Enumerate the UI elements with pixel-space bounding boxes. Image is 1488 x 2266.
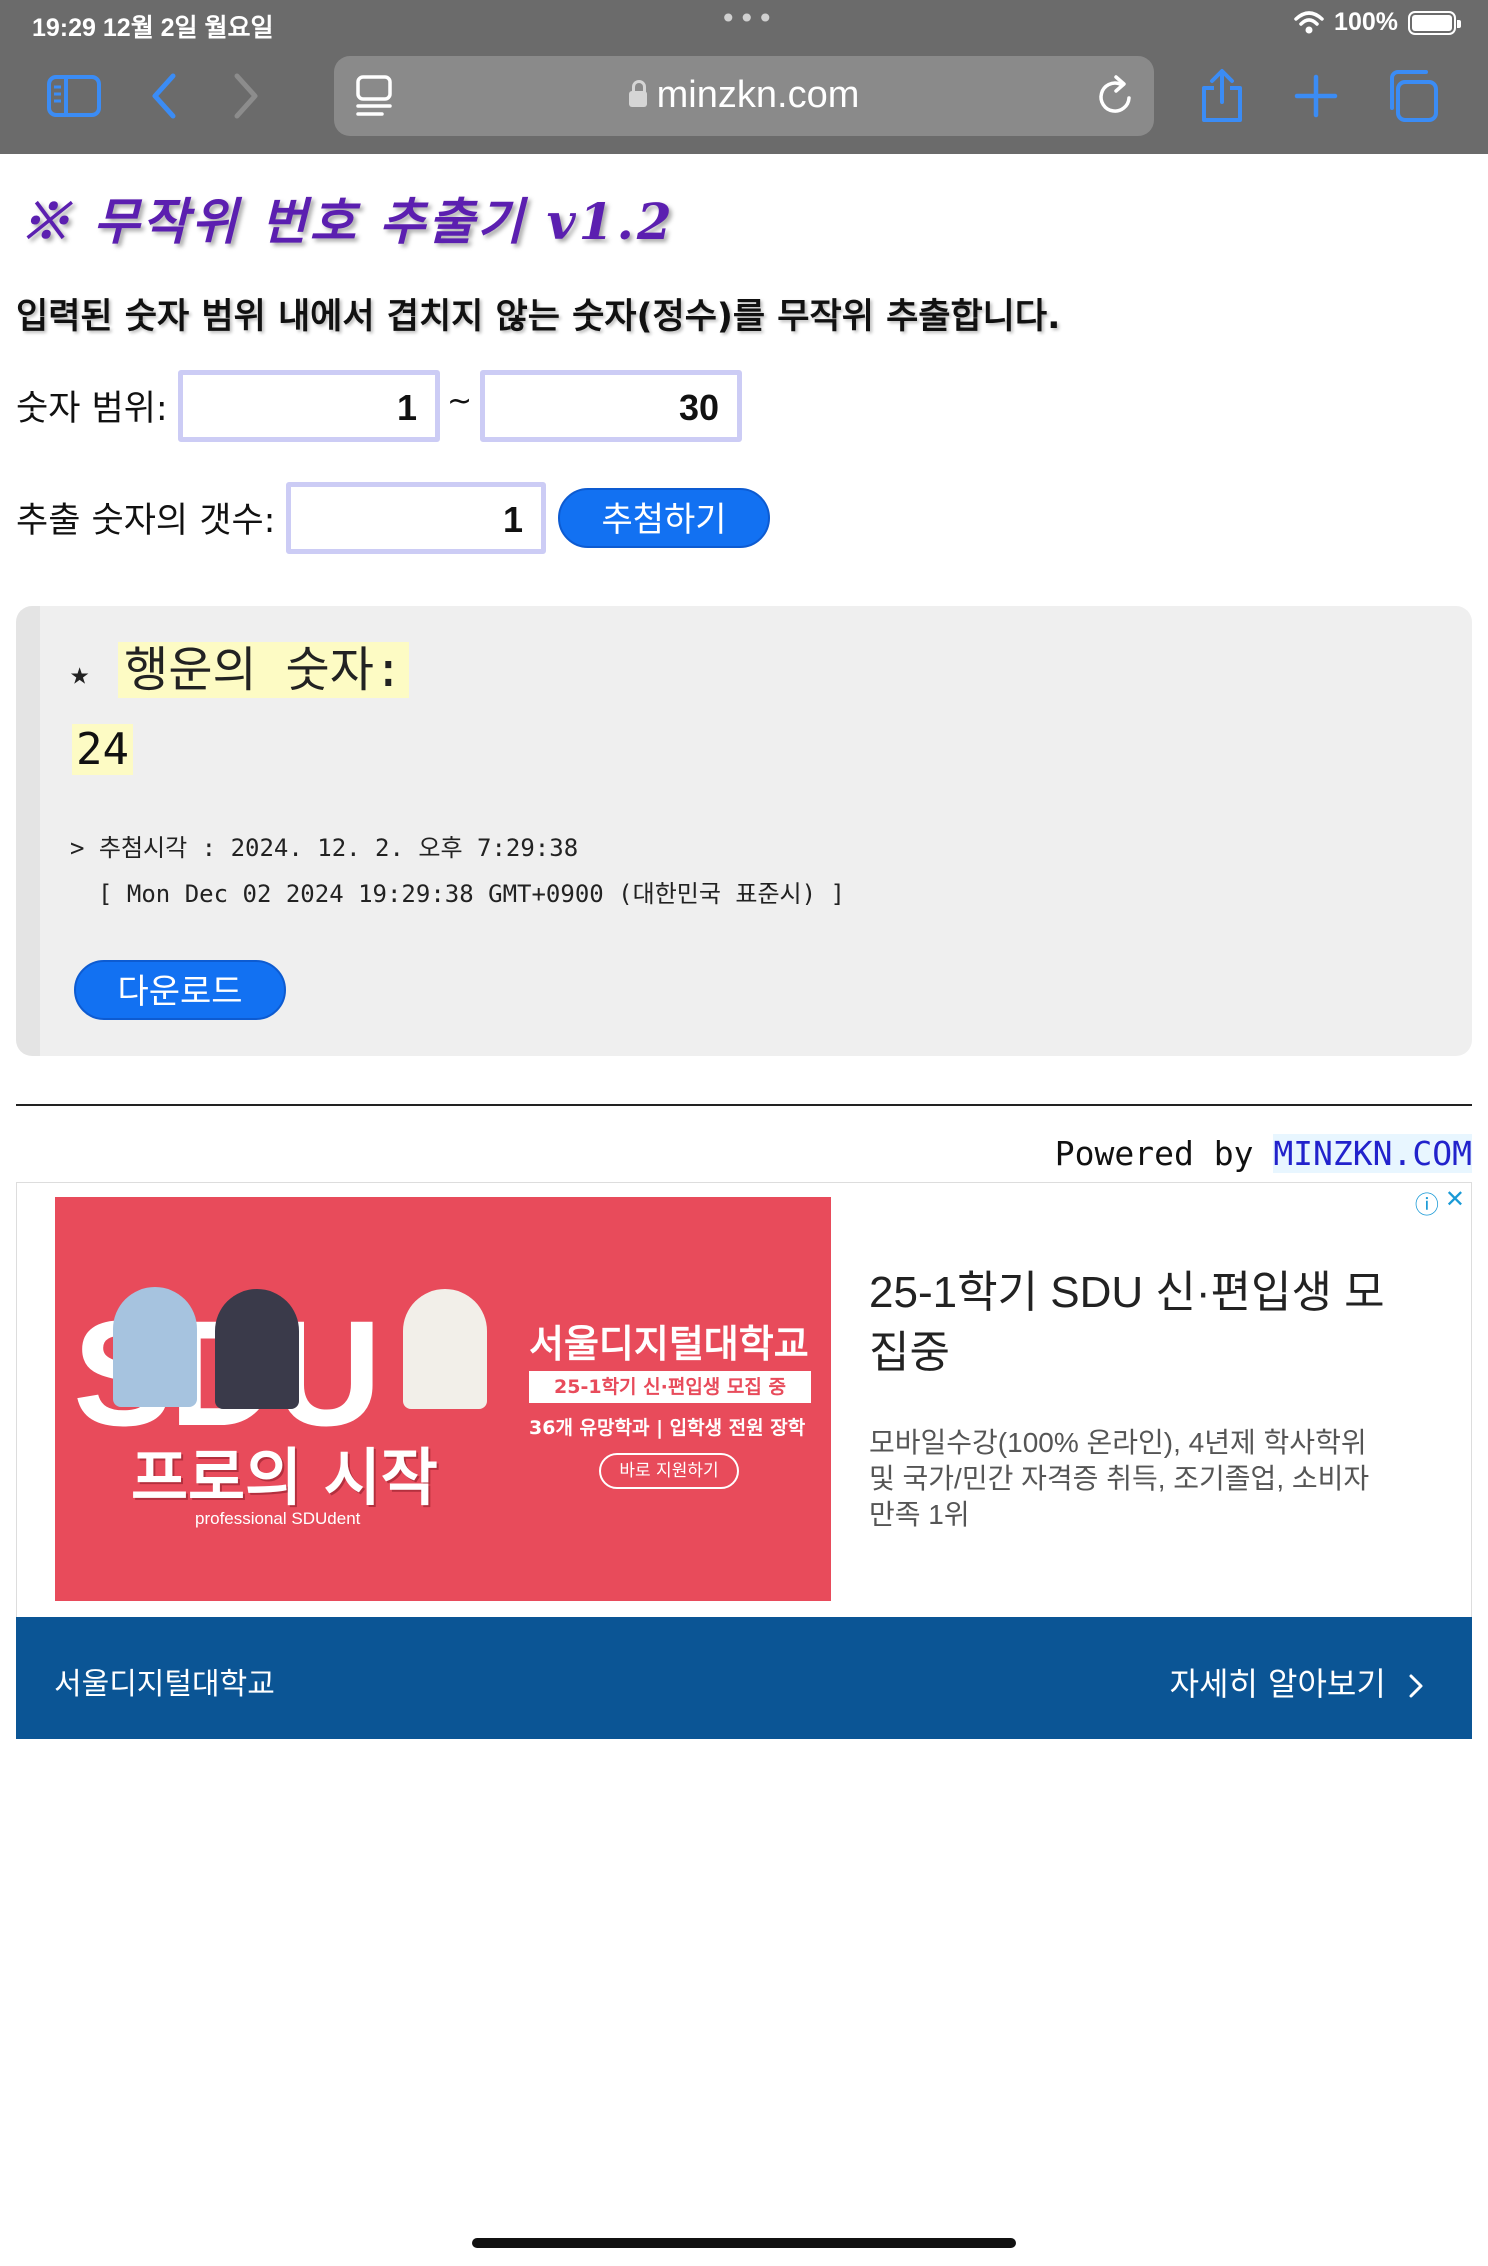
forward-icon[interactable]: [214, 64, 278, 128]
powered-by: Powered by MINZKN.COM: [1055, 1134, 1472, 1173]
divider: [16, 1104, 1472, 1106]
powered-prefix: Powered by: [1054, 1134, 1274, 1173]
share-icon[interactable]: [1190, 64, 1254, 128]
draw-time-detail: [ Mon Dec 02 2024 19:29:38 GMT+0900 (대한민…: [98, 880, 845, 908]
draw-button[interactable]: 추첨하기: [558, 488, 770, 548]
ad-person-3: [403, 1289, 487, 1409]
home-indicator[interactable]: [472, 2238, 1016, 2248]
download-button[interactable]: 다운로드: [74, 960, 286, 1020]
status-time: 19:29 12월 2일 월요일: [32, 14, 274, 42]
back-icon[interactable]: [132, 64, 196, 128]
range-max-input[interactable]: 30: [480, 370, 742, 442]
tabs-overview-icon[interactable]: [1380, 64, 1444, 128]
ad-headline[interactable]: 25-1학기 SDU 신·편입생 모집중: [869, 1263, 1389, 1383]
count-input[interactable]: 1: [286, 482, 546, 554]
range-separator: ~: [447, 384, 473, 419]
status-indicators: 100%: [1294, 8, 1461, 37]
ad-learn-more-label: 자세히 알아보기: [1169, 1665, 1386, 1703]
ad-slogan-sub: professional SDUdent: [195, 1509, 361, 1528]
ad-choices[interactable]: ⓘ ✕: [1415, 1185, 1465, 1220]
wifi-icon: [1294, 10, 1324, 33]
lucky-title: ★ 행운의 숫자:: [70, 630, 409, 700]
battery-percent: 100%: [1334, 8, 1398, 36]
new-tab-icon[interactable]: [1284, 64, 1348, 128]
star-icon: ★: [70, 654, 90, 692]
ad-banner[interactable]: ⓘ ✕ SDU 프로의 시작 professional SDUdent 서울디지…: [16, 1182, 1472, 1739]
ad-benefit-line: 36개 유망학과 | 입학생 전원 장학: [529, 1417, 806, 1439]
ad-image[interactable]: SDU 프로의 시작 professional SDUdent 서울디지털대학교…: [55, 1197, 831, 1601]
lucky-title-text: 행운의 숫자:: [118, 642, 409, 698]
url-text: minzkn.com: [334, 74, 1154, 117]
sidebar-icon[interactable]: [42, 64, 106, 128]
chevron-right-icon: [1409, 1674, 1423, 1698]
info-icon[interactable]: ⓘ: [1415, 1185, 1439, 1220]
close-icon[interactable]: ✕: [1445, 1185, 1465, 1220]
page-description: 입력된 숫자 범위 내에서 겹치지 않는 숫자(정수)를 무작위 추출합니다.: [16, 297, 1061, 337]
ad-apply-button[interactable]: 바로 지원하기: [599, 1453, 739, 1489]
ad-person-1: [113, 1287, 197, 1407]
ad-person-2: [215, 1289, 299, 1409]
ad-learn-more[interactable]: 자세히 알아보기: [1170, 1659, 1426, 1705]
address-bar[interactable]: minzkn.com: [334, 56, 1154, 136]
lock-icon: [628, 80, 647, 107]
range-min-input[interactable]: 1: [178, 370, 440, 442]
battery-level: [1412, 14, 1452, 31]
ad-slogan: 프로의 시작: [131, 1441, 438, 1514]
lucky-number: 24: [72, 724, 133, 775]
range-label: 숫자 범위:: [16, 389, 168, 429]
browser-chrome: 19:29 12월 2일 월요일 ••• 100% minzkn.com: [0, 0, 1488, 154]
ad-univ-name: 서울디지털대학교: [529, 1322, 809, 1366]
multitasking-dots[interactable]: •••: [720, 2, 776, 35]
battery-icon: [1408, 10, 1461, 35]
url-label: minzkn.com: [656, 74, 860, 116]
ad-advertiser: 서울디지털대학교: [54, 1667, 275, 1702]
powered-brand-link[interactable]: MINZKN.COM: [1273, 1134, 1472, 1173]
reload-icon[interactable]: [1096, 74, 1136, 122]
draw-time: > 추첨시각 : 2024. 12. 2. 오후 7:29:38: [70, 834, 579, 862]
page-title: ※ 무작위 번호 추출기 v1.2: [20, 192, 675, 251]
ad-body: 모바일수강(100% 온라인), 4년제 학사학위 및 국가/민간 자격증 취득…: [869, 1427, 1370, 1530]
ad-footer[interactable]: 서울디지털대학교 자세히 알아보기: [16, 1617, 1472, 1739]
ad-recruit-box: 25-1학기 신·편입생 모집 중: [529, 1371, 811, 1403]
count-label: 추출 숫자의 갯수:: [16, 501, 276, 541]
